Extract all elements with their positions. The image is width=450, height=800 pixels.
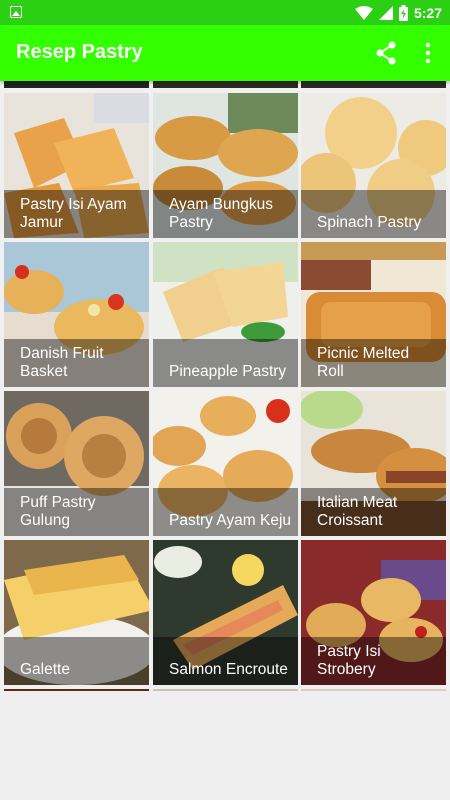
signal-icon <box>378 5 393 20</box>
recipe-tile-picnic-melted-roll[interactable]: Picnic Melted Roll <box>301 242 446 387</box>
empty-area <box>0 691 450 800</box>
recipe-tile-pastry-ayam-keju[interactable]: Pastry Ayam Keju <box>153 391 298 536</box>
recipe-title: Pastry Ayam Keju <box>169 512 292 529</box>
recipe-tile-italian-meat-croissant[interactable]: Italian Meat Croissant <box>301 391 446 536</box>
recipe-tile-ayam-bungkus-pastry[interactable]: Ayam Bungkus Pastry <box>153 93 298 238</box>
recipe-tile-danish-fruit-basket[interactable]: Danish Fruit Basket <box>4 242 149 387</box>
recipe-caption: Ayam Bungkus Pastry <box>153 190 298 238</box>
recipe-tile[interactable] <box>4 81 149 88</box>
recipe-caption: Danish Fruit Basket <box>4 339 149 387</box>
recipe-title: Pastry Isi Ayam Jamur <box>20 196 127 231</box>
battery-icon <box>398 4 408 21</box>
recipe-tile-pastry-isi-strobery[interactable]: Pastry Isi Strobery <box>301 540 446 685</box>
recipe-caption: Italian Meat Croissant <box>301 488 446 536</box>
wifi-icon <box>354 5 373 20</box>
app-title: Resep Pastry <box>16 41 143 63</box>
recipe-tile[interactable] <box>301 81 446 88</box>
recipe-title: Puff Pastry Gulung <box>20 494 96 529</box>
app-bar: Resep Pastry <box>0 25 450 81</box>
recipe-tile-pineapple-pastry[interactable]: Pineapple Pastry <box>153 242 298 387</box>
recipe-title: Ayam Bungkus Pastry <box>169 196 273 231</box>
recipe-tile-galette[interactable]: Galette <box>4 540 149 685</box>
recipe-image <box>4 81 149 88</box>
recipe-image <box>153 81 298 88</box>
image-notification-icon <box>10 6 22 18</box>
recipe-caption: Salmon Encroute <box>153 637 298 685</box>
recipe-tile[interactable] <box>153 81 298 88</box>
recipe-title: Pineapple Pastry <box>169 363 287 380</box>
more-options-icon[interactable] <box>414 39 442 67</box>
share-icon[interactable] <box>372 39 400 67</box>
recipe-title: Spinach Pastry <box>317 214 422 231</box>
recipe-title: Picnic Melted Roll <box>317 345 410 380</box>
recipe-caption: Pastry Isi Strobery <box>301 637 446 685</box>
recipe-caption: Puff Pastry Gulung <box>4 488 149 536</box>
recipe-caption: Spinach Pastry <box>301 190 446 238</box>
recipe-caption: Pastry Ayam Keju <box>153 488 298 536</box>
recipe-title: Italian Meat Croissant <box>317 494 398 529</box>
recipe-title: Pastry Isi Strobery <box>317 643 381 678</box>
recipe-title: Salmon Encroute <box>169 661 288 678</box>
recipe-tile-salmon-encroute[interactable]: Salmon Encroute <box>153 540 298 685</box>
recipe-caption: Pineapple Pastry <box>153 339 298 387</box>
recipe-tile-spinach-pastry[interactable]: Spinach Pastry <box>301 93 446 238</box>
status-bar: 5:27 <box>0 0 450 25</box>
recipe-tile-puff-pastry-gulung[interactable]: Puff Pastry Gulung <box>4 391 149 536</box>
recipe-tile-pastry-isi-ayam-jamur[interactable]: Pastry Isi Ayam Jamur <box>4 93 149 238</box>
recipe-caption: Pastry Isi Ayam Jamur <box>4 190 149 238</box>
recipe-image <box>301 81 446 88</box>
recipe-grid[interactable]: Pastry Isi Ayam Jamur Ayam Bungkus Pastr… <box>0 81 450 691</box>
recipe-title: Danish Fruit Basket <box>20 345 104 380</box>
recipe-caption: Galette <box>4 637 149 685</box>
status-time: 5:27 <box>413 4 442 21</box>
recipe-caption: Picnic Melted Roll <box>301 339 446 387</box>
recipe-title: Galette <box>20 661 70 678</box>
